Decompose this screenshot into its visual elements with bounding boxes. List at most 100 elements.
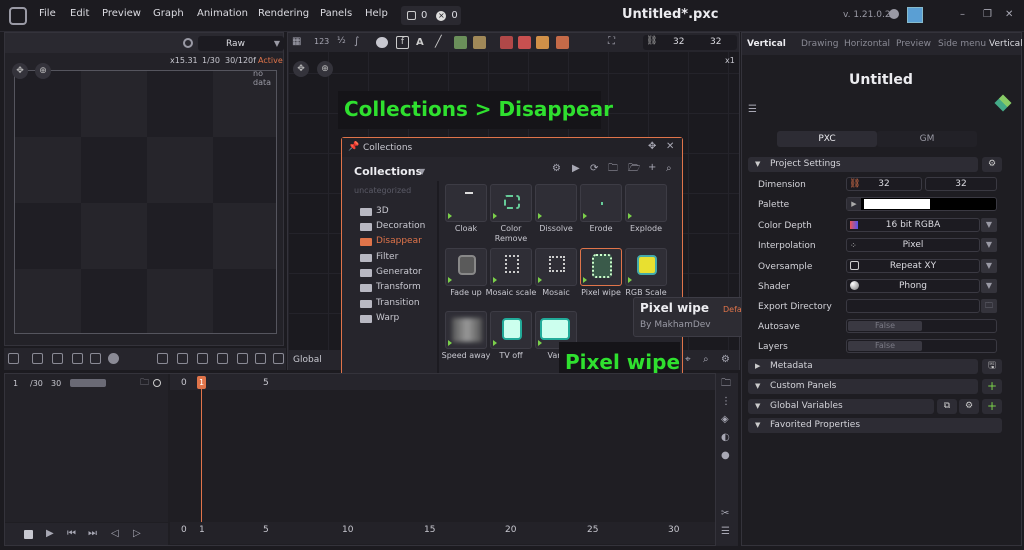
graph-width[interactable]: 32: [673, 37, 684, 47]
collection-tile-rgb-scale[interactable]: [625, 248, 667, 286]
shader-dropdown[interactable]: Phong: [846, 279, 980, 293]
list-icon[interactable]: ☰: [748, 104, 757, 116]
menu-help[interactable]: Help: [365, 8, 388, 19]
folder-icon[interactable]: 🗀: [140, 377, 149, 389]
close-icon[interactable]: ✕: [1005, 9, 1013, 21]
export-directory-field[interactable]: [846, 299, 980, 313]
add-icon[interactable]: +: [982, 379, 1002, 394]
current-frame[interactable]: 1: [13, 379, 18, 388]
skip-end-icon[interactable]: ⏭: [88, 528, 97, 540]
keyframe-icon[interactable]: ◈: [721, 414, 729, 426]
gear-icon[interactable]: ⚙: [552, 163, 561, 175]
custom-panels-section[interactable]: Custom Panels: [748, 379, 978, 394]
fps-value[interactable]: 30: [51, 379, 61, 388]
chevron-down-icon[interactable]: ▼: [981, 238, 997, 252]
collection-tile-fade-up[interactable]: [445, 248, 487, 286]
project-thumbnail[interactable]: [907, 7, 923, 23]
move-icon[interactable]: ✥: [648, 141, 656, 153]
preview-mode-dropdown[interactable]: Raw ▼: [198, 36, 284, 51]
menu-panels[interactable]: Panels: [320, 8, 352, 19]
pan-icon[interactable]: ✥: [12, 63, 28, 79]
zoom-icon[interactable]: ⊕: [35, 63, 51, 79]
refresh-icon[interactable]: ⟳: [590, 163, 598, 175]
tab-preview[interactable]: Preview: [896, 39, 931, 49]
dimension-field[interactable]: ⛓ 32 32: [643, 35, 737, 50]
keyframe-icons[interactable]: [70, 379, 106, 387]
mountain-icon[interactable]: [500, 36, 513, 49]
collection-tile-cloak[interactable]: [445, 184, 487, 222]
collection-tile-explode[interactable]: [625, 184, 667, 222]
preview-canvas[interactable]: [14, 70, 277, 334]
frame-icon[interactable]: [52, 353, 63, 364]
stop-icon[interactable]: [24, 530, 33, 539]
layers-toggle[interactable]: False: [846, 339, 997, 353]
chevron-down-icon[interactable]: ▼: [981, 279, 997, 293]
menu-file[interactable]: File: [39, 8, 56, 19]
grid-icon[interactable]: ⋮: [721, 396, 731, 408]
dimension-y-field[interactable]: 32: [925, 177, 997, 191]
layers-icon[interactable]: [556, 36, 569, 49]
link-icon[interactable]: ⛓: [849, 179, 860, 189]
favorited-properties-section[interactable]: Favorited Properties: [748, 418, 1002, 433]
chevron-down-icon[interactable]: ▼: [981, 259, 997, 273]
copy-icon[interactable]: ⧉: [937, 399, 957, 414]
folder-icon[interactable]: 🗀: [981, 299, 997, 313]
new-folder-icon[interactable]: 🗀: [608, 163, 618, 175]
upload-icon[interactable]: [273, 353, 284, 364]
maximize-icon[interactable]: ❐: [983, 9, 992, 21]
layers-icon[interactable]: ☰: [721, 526, 730, 538]
prev-frame-icon[interactable]: ◁: [111, 528, 119, 540]
timeline-ruler-top[interactable]: [170, 374, 715, 390]
expand-icon[interactable]: ⛶: [608, 36, 615, 48]
gm-tab[interactable]: GM: [877, 131, 977, 147]
lock-icon[interactable]: [255, 353, 266, 364]
folder-generator[interactable]: Generator: [376, 267, 422, 277]
function-icon[interactable]: f: [396, 36, 409, 49]
collection-tile-mosaic[interactable]: [535, 248, 577, 286]
folder-warp[interactable]: Warp: [376, 313, 399, 323]
settings-icon[interactable]: ⚙: [721, 354, 730, 366]
global-variables-section[interactable]: Global Variables: [748, 399, 934, 414]
curve-icon[interactable]: ∫: [354, 36, 359, 47]
add-icon[interactable]: [32, 353, 43, 364]
align-icon[interactable]: [217, 353, 228, 364]
folder-transform[interactable]: Transform: [376, 282, 421, 292]
shapes-icon[interactable]: [376, 37, 388, 48]
folder-icon[interactable]: 🗀: [721, 378, 731, 390]
link-icon[interactable]: [177, 353, 188, 364]
search-icon[interactable]: ⌕: [666, 163, 672, 175]
next-frame-icon[interactable]: ▷: [133, 528, 141, 540]
add-icon[interactable]: +: [982, 399, 1002, 414]
play-icon[interactable]: ▶: [572, 163, 580, 175]
export-icon[interactable]: [90, 353, 101, 364]
fraction-icon[interactable]: ½: [337, 36, 346, 46]
align-center-icon[interactable]: ⌖: [685, 354, 691, 366]
menu-graph[interactable]: Graph: [153, 8, 184, 19]
folder-decoration[interactable]: Decoration: [376, 221, 425, 231]
graph-zoom-icon[interactable]: ⊕: [317, 61, 333, 77]
app-logo-icon[interactable]: [9, 7, 27, 25]
text-icon[interactable]: A: [416, 37, 424, 48]
collection-tile-pixel-wipe[interactable]: [580, 248, 622, 286]
minimize-icon[interactable]: –: [960, 9, 965, 21]
drop-icon[interactable]: ●: [721, 450, 730, 462]
collection-tile-mosaic-scale[interactable]: [490, 248, 532, 286]
collection-tile-dissolve[interactable]: [535, 184, 577, 222]
collections-dropdown-icon[interactable]: ▼: [419, 167, 425, 176]
project-settings-header[interactable]: Project Settings: [748, 157, 978, 172]
collection-tile-speed-away[interactable]: [445, 311, 487, 349]
add-icon[interactable]: +: [648, 162, 656, 174]
chevron-down-icon[interactable]: ▼: [981, 218, 997, 232]
timeline-ruler-bottom[interactable]: [170, 522, 715, 544]
autosave-toggle[interactable]: False: [846, 319, 997, 333]
collections-header[interactable]: Collections: [354, 165, 422, 178]
color-swatch-icon[interactable]: [536, 36, 549, 49]
tab-horizontal[interactable]: Horizontal: [844, 39, 890, 49]
tab-vertical[interactable]: Vertical: [989, 39, 1023, 49]
collection-tile-tv-off[interactable]: [490, 311, 532, 349]
collection-tile-erode[interactable]: [580, 184, 622, 222]
center-icon[interactable]: [237, 353, 248, 364]
pxc-tab[interactable]: PXC: [777, 131, 877, 147]
image-icon[interactable]: [454, 36, 467, 49]
gear-icon[interactable]: ⚙: [982, 157, 1002, 172]
